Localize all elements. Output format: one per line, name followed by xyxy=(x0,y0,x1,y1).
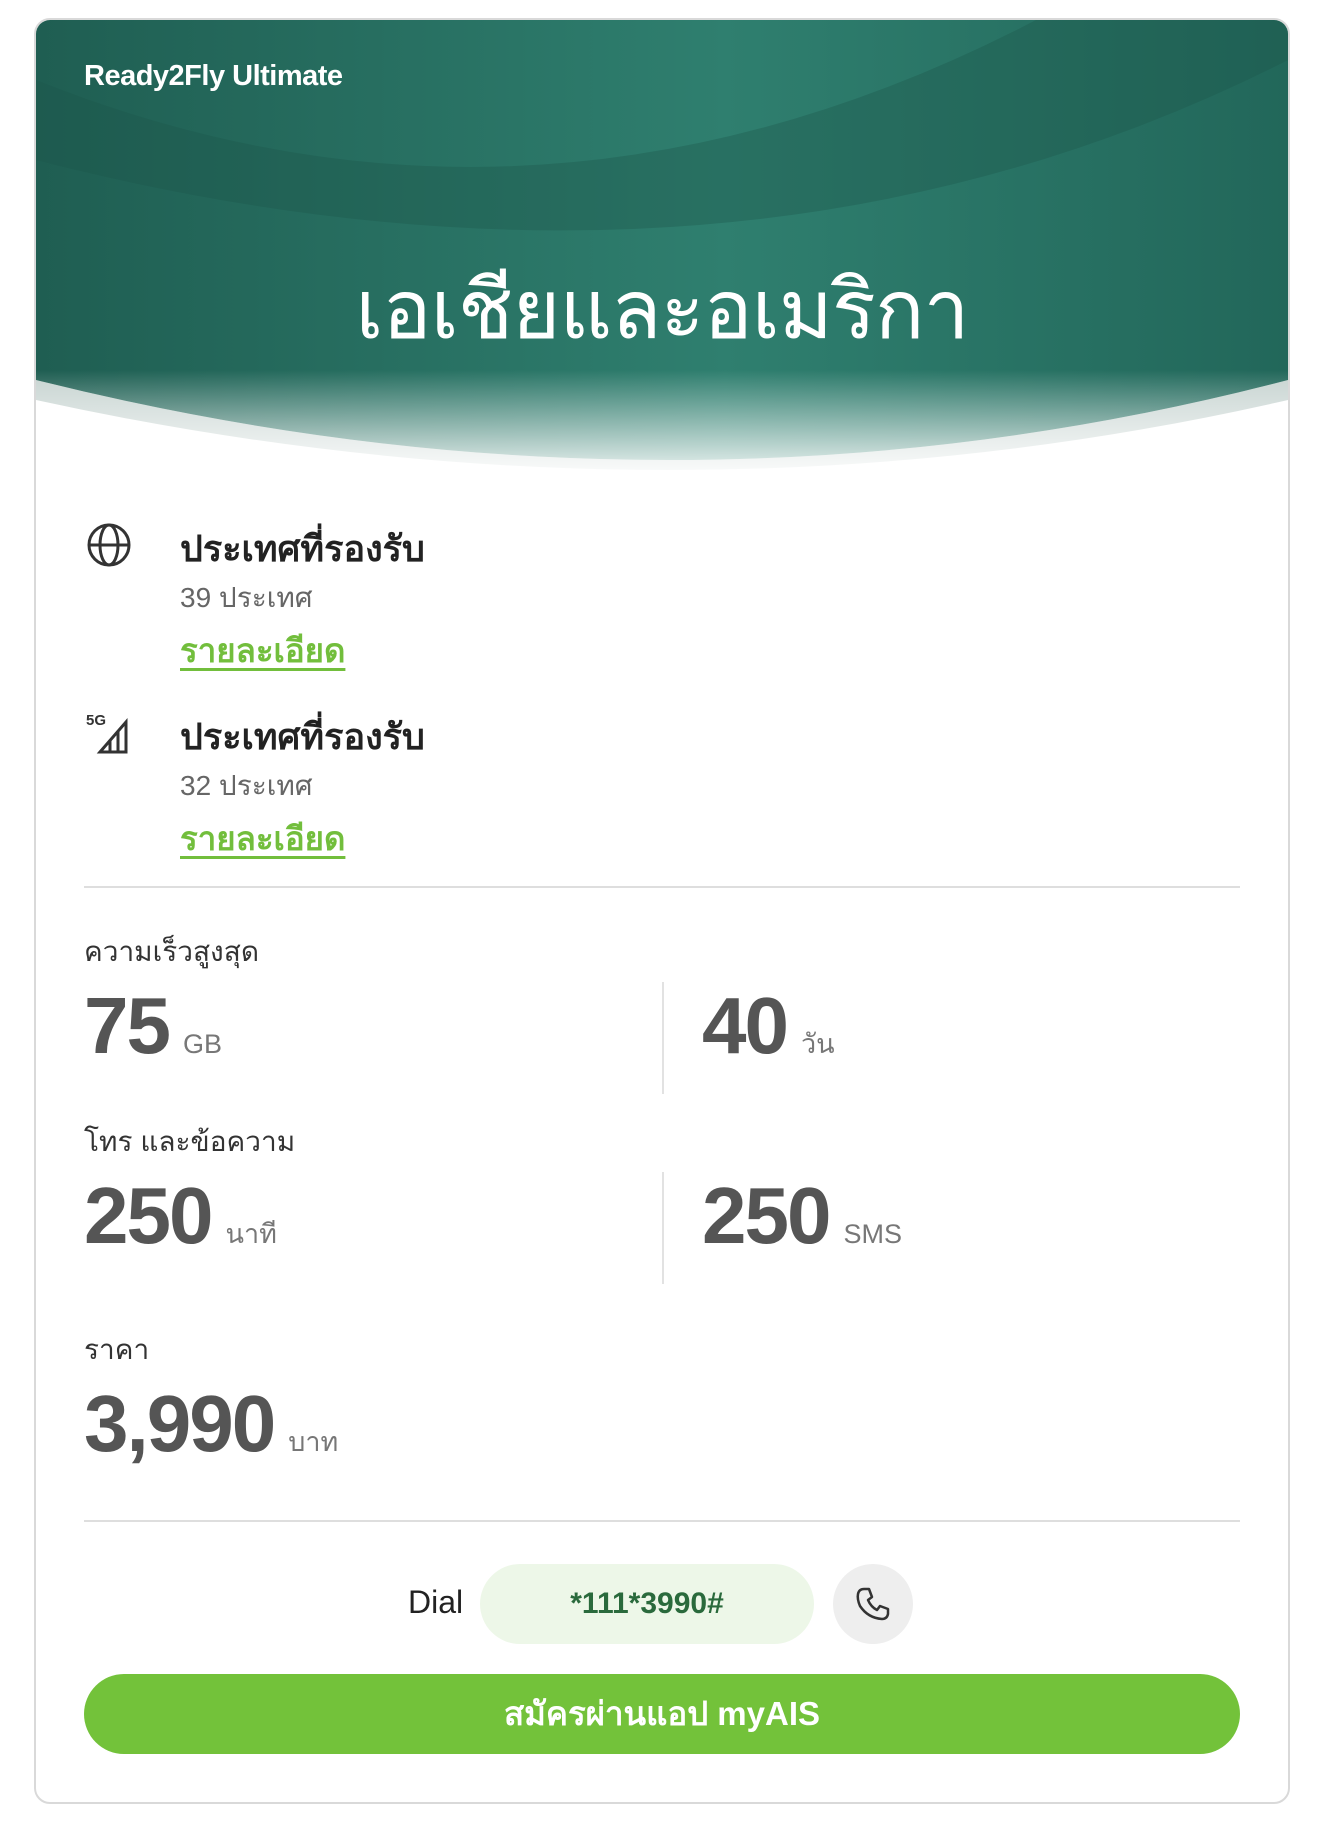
dial-label: Dial xyxy=(408,1584,464,1620)
divider xyxy=(662,1172,664,1284)
globe-icon xyxy=(84,520,134,570)
calls-and-sms-label: โทร และข้อความ xyxy=(84,1126,296,1157)
minutes-amount: 250 xyxy=(84,1171,213,1260)
package-header: Ready2Fly Ultimate เอเชียและอเมริกา xyxy=(36,20,1288,484)
subscribe-via-myais-button[interactable]: สมัครผ่านแอป myAIS xyxy=(84,1674,1240,1754)
supported-countries-item: ประเทศที่รองรับ 39 ประเทศ รายละเอียด xyxy=(84,520,1234,690)
days-unit: วัน xyxy=(800,1029,835,1059)
details-link[interactable]: รายละเอียด xyxy=(180,624,345,677)
dial-row: Dial *111*3990# xyxy=(36,1564,1288,1644)
country-count: 32 ประเทศ xyxy=(180,770,313,801)
call-button[interactable] xyxy=(833,1564,913,1644)
divider xyxy=(84,1520,1240,1522)
sms-unit: SMS xyxy=(843,1219,902,1249)
price-unit: บาท xyxy=(288,1427,339,1457)
package-name: Ready2Fly Ultimate xyxy=(84,60,343,92)
package-card: Ready2Fly Ultimate เอเชียและอเมริกา ประเ… xyxy=(34,18,1290,1804)
minutes-unit: นาที xyxy=(225,1219,277,1249)
5g-signal-icon: 5G xyxy=(84,708,134,758)
data-amount: 75 xyxy=(84,981,171,1070)
sms-amount: 250 xyxy=(702,1171,831,1260)
validity-days: 40 วัน xyxy=(702,980,835,1072)
price: 3,990 บาท xyxy=(84,1378,338,1470)
days-amount: 40 xyxy=(702,981,789,1070)
divider xyxy=(84,886,1240,888)
feature-title: ประเทศที่รองรับ xyxy=(180,716,425,757)
country-count: 39 ประเทศ xyxy=(180,582,313,613)
max-speed-label: ความเร็วสูงสุด xyxy=(84,936,259,967)
supported-5g-countries-item: 5G ประเทศที่รองรับ 32 ประเทศ รายละเอียด xyxy=(84,708,1234,878)
sms-allowance: 250 SMS xyxy=(702,1170,902,1262)
phone-icon xyxy=(856,1587,890,1621)
feature-title: ประเทศที่รองรับ xyxy=(180,528,425,569)
data-allowance: 75 GB xyxy=(84,980,222,1072)
data-unit: GB xyxy=(182,1029,222,1059)
package-region-title: เอเชียและอเมริกา xyxy=(355,265,969,356)
dial-code-button[interactable]: *111*3990# xyxy=(480,1564,814,1644)
call-minutes: 250 นาที xyxy=(84,1170,277,1262)
details-link[interactable]: รายละเอียด xyxy=(180,812,345,865)
price-amount: 3,990 xyxy=(84,1379,276,1468)
svg-text:5G: 5G xyxy=(86,712,106,729)
price-label: ราคา xyxy=(84,1334,150,1365)
divider xyxy=(662,982,664,1094)
